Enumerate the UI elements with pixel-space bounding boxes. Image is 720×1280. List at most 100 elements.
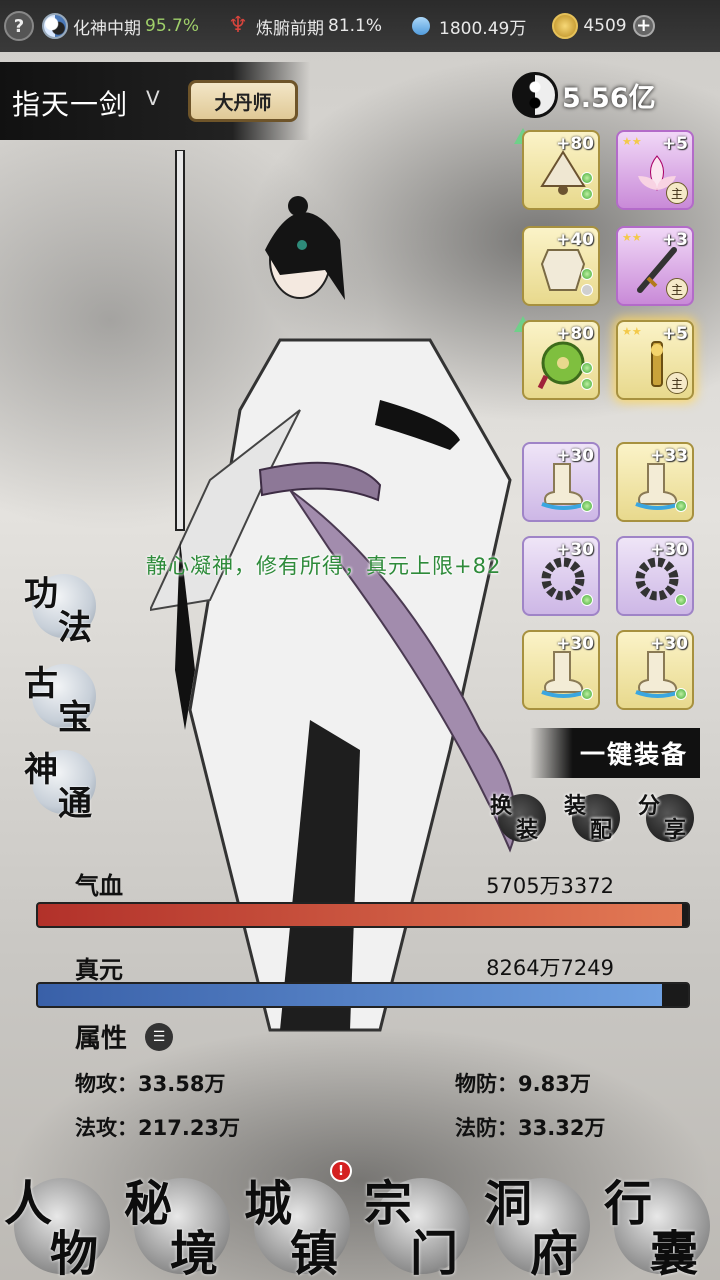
equip-slot-armor[interactable]: +40 [522, 226, 600, 306]
equip-slot-sword[interactable]: ★★ +3 主 [616, 226, 694, 306]
bottom-nav: 人 物 秘 境 城 镇 宗 门 洞 府 行 囊 [0, 1160, 720, 1280]
gem-icon [675, 688, 687, 700]
nav-character[interactable]: 人 物 [0, 1160, 118, 1280]
slot-level: +80 [556, 134, 594, 154]
equip-slot-boots-left[interactable]: +30 [522, 442, 600, 522]
hp-bar-fill [38, 904, 682, 926]
body-refine-progress[interactable]: ♆ 炼腑前期 81.1% [225, 13, 382, 39]
gem-icon [581, 188, 593, 200]
equip-slot-beads-left[interactable]: +30 [522, 536, 600, 616]
nav-char: 物 [50, 1226, 99, 1280]
equip-slot-boots-4[interactable]: +30 [616, 630, 694, 710]
attributes-title: 属性 [75, 1024, 128, 1054]
attribute-list-icon[interactable]: ☰ [145, 1023, 173, 1051]
nav-char: 城 [244, 1176, 293, 1232]
main-equip-badge: 主 [666, 278, 688, 300]
gem-icon [581, 378, 593, 390]
button-char: 换 [490, 793, 513, 819]
nav-char: 行 [604, 1176, 653, 1232]
gem-icon [675, 594, 687, 606]
nav-char: 宗 [364, 1176, 413, 1232]
nav-char: 门 [410, 1226, 459, 1280]
share-button[interactable]: 分 享 [638, 788, 698, 844]
realm-progress[interactable]: 化神中期 95.7% [42, 13, 199, 39]
slot-level: +5 [661, 134, 688, 154]
nav-char: 人 [4, 1176, 53, 1232]
gem-icon [675, 500, 687, 512]
title-badge[interactable]: 大丹师 [188, 80, 298, 122]
slot-level: +30 [556, 540, 594, 560]
gold-count[interactable]: 4509 + [552, 13, 655, 39]
gem-icon [581, 688, 593, 700]
slot-level: +30 [650, 540, 688, 560]
equip-slot-lotus[interactable]: ★★ +5 主 [616, 130, 694, 210]
help-button[interactable]: ? [4, 11, 34, 41]
nav-cave-abode[interactable]: 洞 府 [480, 1160, 598, 1280]
main-equip-badge: 主 [666, 182, 688, 204]
menu-char: 宝 [58, 698, 92, 738]
slot-level: +5 [661, 324, 688, 344]
nav-inventory[interactable]: 行 囊 [600, 1160, 718, 1280]
mana-value: 8264万7249 [486, 956, 614, 980]
button-char: 享 [664, 817, 687, 843]
nav-secret-realm[interactable]: 秘 境 [120, 1160, 238, 1280]
rename-icon[interactable]: ᐯ [146, 86, 160, 110]
player-name: 指天一剑 [12, 88, 129, 121]
gem-icon [581, 594, 593, 606]
crystal-icon [408, 13, 434, 39]
resource-bar: ? 化神中期 95.7% ♆ 炼腑前期 81.1% 1800.49万 4509 … [0, 0, 720, 52]
equip-slot-boots-3[interactable]: +30 [522, 630, 600, 710]
add-gold-button[interactable]: + [632, 15, 655, 37]
gem-icon [581, 172, 593, 184]
treasure-button[interactable]: 古 宝 [24, 656, 104, 738]
slot-level: +40 [556, 230, 594, 250]
nav-char: 府 [530, 1226, 579, 1280]
gem-icon [581, 362, 593, 374]
swap-gear-button[interactable]: 换 装 [490, 788, 550, 844]
equip-slot-boots-right[interactable]: +33 [616, 442, 694, 522]
divine-power-button[interactable]: 神 通 [24, 742, 104, 824]
cultivation-notice: 静心凝神，修有所得，真元上限+82 [146, 554, 502, 578]
realm-name: 化神中期 [73, 18, 141, 39]
mana-bar-fill [38, 984, 662, 1006]
equip-slot-fan[interactable]: +80 [522, 130, 600, 210]
button-char: 配 [590, 817, 613, 843]
nav-char: 秘 [124, 1176, 173, 1232]
skill-method-button[interactable]: 功 法 [24, 566, 104, 648]
equip-slot-beads-right[interactable]: +30 [616, 536, 694, 616]
main-equip-badge: 主 [666, 372, 688, 394]
menu-char: 法 [58, 608, 92, 648]
town-notification-badge: ! [330, 1160, 352, 1182]
slot-level: +30 [556, 634, 594, 654]
realm-percent: 95.7% [145, 16, 200, 36]
body-refine-percent: 81.1% [328, 16, 383, 36]
hp-label: 气血 [75, 872, 123, 900]
button-char: 装 [516, 817, 539, 843]
mana-bar [36, 982, 690, 1008]
gold-value: 4509 [583, 16, 627, 36]
equip-slot-jade-ring[interactable]: +80 [522, 320, 600, 400]
mana-label: 真元 [75, 956, 123, 984]
physical-defense: 物防：9.83万 [455, 1072, 591, 1096]
gem-icon [581, 500, 593, 512]
gold-coin-icon [552, 13, 579, 39]
nav-char: 囊 [650, 1226, 699, 1280]
gear-config-button[interactable]: 装 配 [564, 788, 624, 844]
slot-level: +3 [661, 230, 688, 250]
equip-slot-talisman[interactable]: ★★ +5 主 [616, 320, 694, 400]
menu-char: 功 [24, 574, 58, 614]
nav-sect[interactable]: 宗 门 [360, 1160, 478, 1280]
menu-char: 神 [24, 750, 58, 790]
nav-char: 境 [170, 1226, 219, 1280]
slot-level: +30 [650, 634, 688, 654]
button-char: 装 [564, 793, 587, 819]
equip-all-button[interactable]: 一键装备 [530, 728, 700, 778]
menu-char: 古 [24, 664, 58, 704]
hp-value: 5705万3372 [486, 874, 614, 898]
crystal-value: 1800.49万 [439, 18, 527, 39]
body-refine-name: 炼腑前期 [256, 18, 325, 39]
nav-char: 镇 [290, 1226, 339, 1280]
slot-level: +33 [650, 446, 688, 466]
spirit-stone-count[interactable]: 1800.49万 [408, 13, 527, 39]
nav-char: 洞 [484, 1176, 533, 1232]
